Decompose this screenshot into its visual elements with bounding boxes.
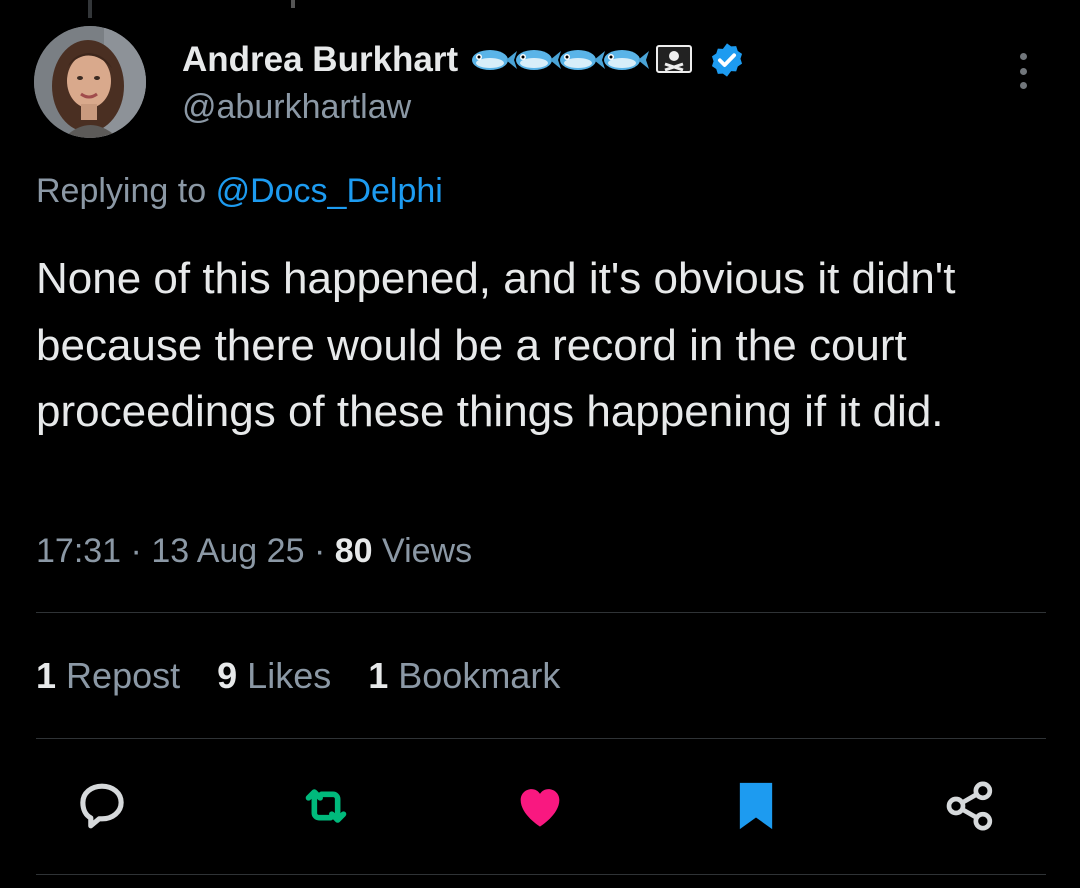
tweet-time[interactable]: 17:31 [36, 532, 121, 570]
author-name-row: Andrea Burkhart [182, 36, 746, 84]
heart-icon [520, 789, 560, 827]
more-dot-icon [1019, 53, 1027, 60]
tweet-text: None of this happened, and it's obvious … [36, 254, 956, 436]
reposts-label: Repost [66, 655, 181, 696]
likes-label: Likes [247, 655, 332, 696]
thread-connector-line [88, 0, 92, 18]
fish-icon [472, 50, 518, 70]
author-name[interactable]: Andrea Burkhart [182, 40, 458, 80]
more-dot-icon [1019, 67, 1027, 75]
fish-icon [516, 50, 562, 70]
fish-icon [604, 50, 650, 70]
bookmarks-count: 1 [368, 655, 389, 696]
likes-stat[interactable]: 9 Likes [217, 655, 331, 697]
like-button[interactable] [510, 776, 570, 836]
reply-mention-link[interactable]: @Docs_Delphi [216, 172, 443, 210]
bookmarks-stat[interactable]: 1 Bookmark [368, 655, 560, 697]
replying-to-label: Replying to [36, 172, 207, 210]
more-options-button[interactable] [1013, 53, 1033, 89]
pirate-flag-icon [656, 45, 693, 73]
fish-icon [560, 50, 606, 70]
bookmark-button[interactable] [726, 776, 786, 836]
repost-button[interactable] [296, 776, 356, 836]
divider [36, 612, 1046, 613]
divider [36, 738, 1046, 739]
reply-button[interactable] [72, 776, 132, 836]
avatar-image [34, 26, 146, 138]
name-emojis [468, 42, 694, 78]
tweet-meta: 17:31 · 13 Aug 25 · 80 Views [36, 532, 472, 571]
tweet-date[interactable]: 13 Aug 25 [151, 532, 304, 570]
meta-separator: · [313, 532, 326, 570]
verified-badge-icon [712, 43, 743, 77]
reply-icon [80, 783, 124, 829]
share-button[interactable] [940, 776, 1000, 836]
share-icon [946, 781, 993, 831]
author-handle[interactable]: @aburkhartlaw [182, 88, 411, 127]
replying-to: Replying to @Docs_Delphi [36, 172, 443, 211]
views-count: 80 [334, 532, 373, 570]
reposts-count: 1 [36, 655, 57, 696]
bookmarks-label: Bookmark [398, 655, 561, 696]
thread-connector-dot [291, 0, 295, 8]
repost-icon [305, 789, 347, 823]
engagement-stats: 1 Repost 9 Likes 1 Bookmark [36, 655, 560, 697]
divider [36, 874, 1046, 875]
views-label: Views [382, 532, 473, 570]
more-dot-icon [1019, 82, 1027, 89]
reposts-stat[interactable]: 1 Repost [36, 655, 180, 697]
meta-separator: · [130, 532, 142, 570]
bookmark-icon [739, 782, 773, 830]
likes-count: 9 [217, 655, 238, 696]
avatar[interactable] [34, 26, 146, 138]
